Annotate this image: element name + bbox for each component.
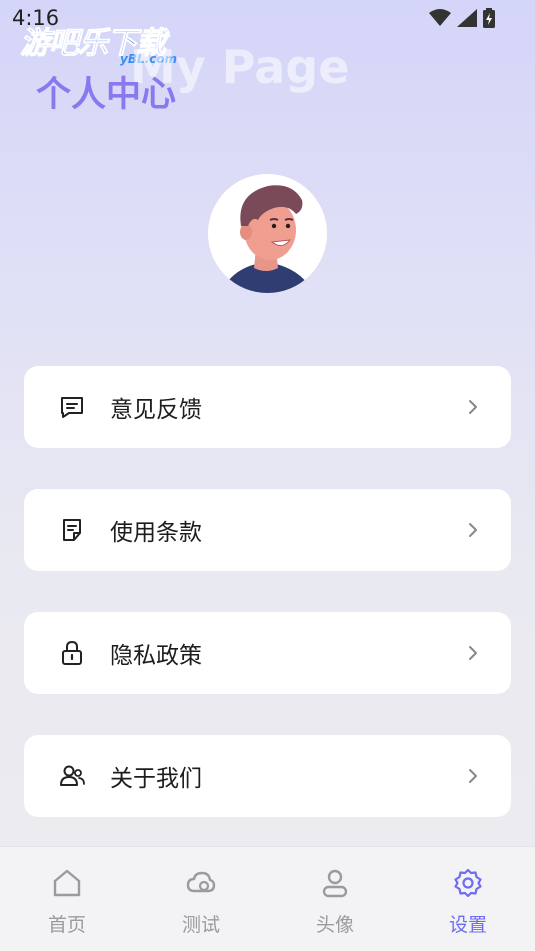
tab-label-settings: 设置 xyxy=(448,914,487,936)
settings-icon xyxy=(454,868,482,898)
menu-label-privacy: 隐私政策 xyxy=(110,643,202,669)
home-icon xyxy=(53,869,81,897)
signal-icon xyxy=(457,9,477,27)
status-icons xyxy=(429,8,495,28)
tab-label-home: 首页 xyxy=(47,914,86,936)
cloud-icon xyxy=(186,871,216,893)
menu-label-about: 关于我们 xyxy=(110,766,202,792)
users-icon xyxy=(60,765,85,786)
tab-label-test: 测试 xyxy=(181,914,220,936)
bottom-tab-bar: 首页 测试 头像 设置 xyxy=(0,846,535,951)
menu-item-feedback[interactable]: 意见反馈 xyxy=(24,366,511,448)
menu-item-privacy[interactable]: 隐私政策 xyxy=(24,612,511,694)
feedback-icon xyxy=(61,397,83,418)
chevron-right-icon xyxy=(469,646,477,660)
avatar-illustration xyxy=(208,174,327,293)
avatar[interactable] xyxy=(208,174,327,293)
menu-item-terms[interactable]: 使用条款 xyxy=(24,489,511,571)
chevron-right-icon xyxy=(469,769,477,783)
tab-avatar[interactable]: 头像 xyxy=(268,847,402,951)
wifi-icon xyxy=(429,9,451,26)
menu-label-terms: 使用条款 xyxy=(110,520,202,546)
tab-label-avatar: 头像 xyxy=(315,914,354,936)
tab-settings[interactable]: 设置 xyxy=(401,847,535,951)
battery-icon xyxy=(483,8,495,28)
tab-home[interactable]: 首页 xyxy=(0,847,134,951)
page-title: 个人中心 xyxy=(36,75,177,115)
chevron-right-icon xyxy=(469,400,477,414)
tab-test[interactable]: 测试 xyxy=(134,847,268,951)
menu-item-about[interactable]: 关于我们 xyxy=(24,735,511,817)
person-icon xyxy=(322,869,348,898)
document-icon xyxy=(63,519,81,541)
chevron-right-icon xyxy=(469,523,477,537)
menu-label-feedback: 意见反馈 xyxy=(110,397,202,423)
lock-icon xyxy=(62,640,82,665)
